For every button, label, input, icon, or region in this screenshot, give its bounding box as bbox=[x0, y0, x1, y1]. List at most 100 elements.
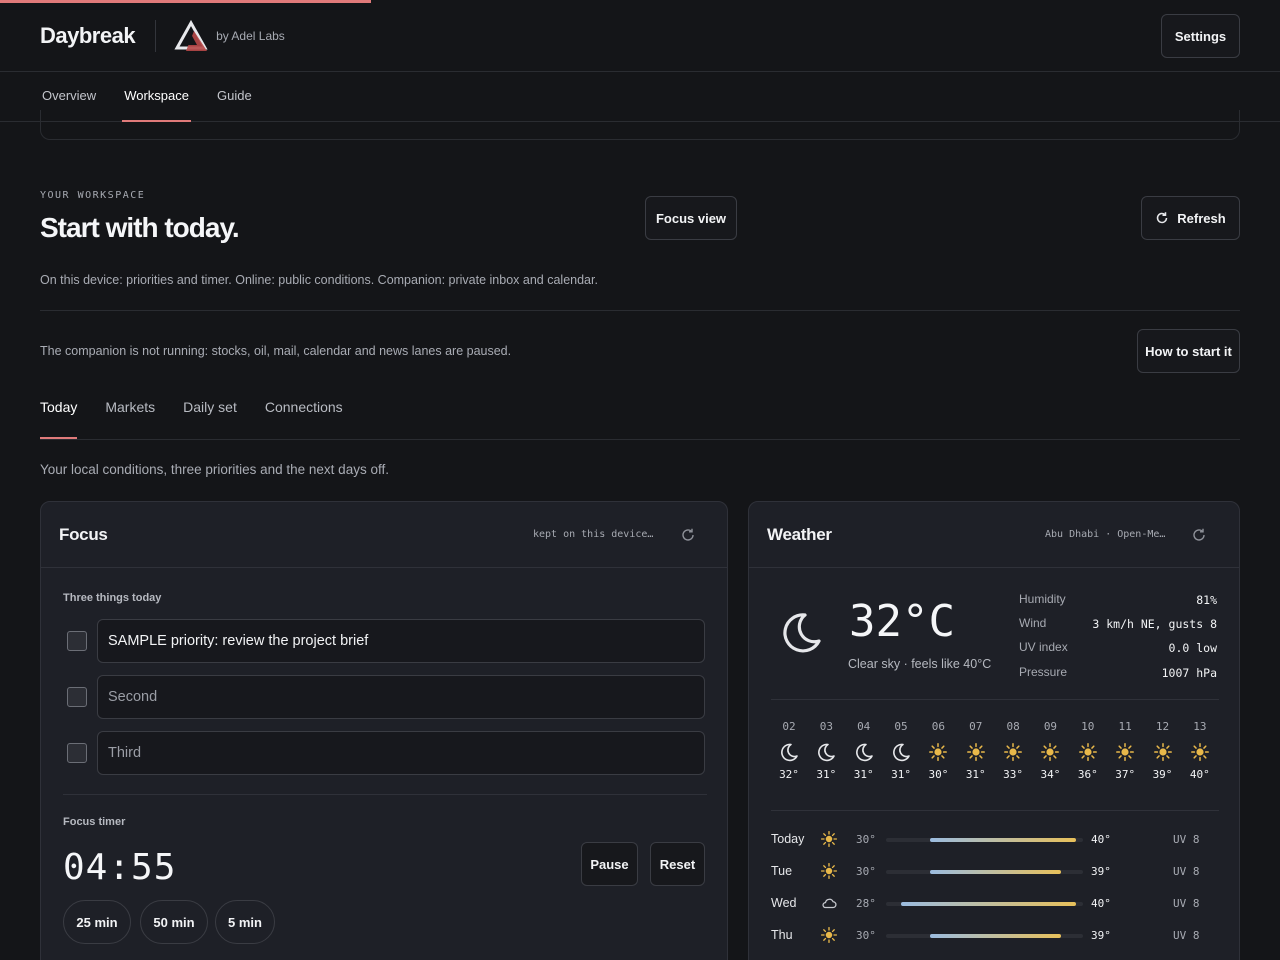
sun-icon bbox=[820, 830, 838, 848]
hourly-item: 11 37° bbox=[1110, 720, 1140, 781]
hour-temperature: 31° bbox=[891, 768, 911, 781]
day-high: 39° bbox=[1091, 929, 1111, 942]
brand-logo-icon bbox=[174, 19, 208, 51]
hour-label: 12 bbox=[1155, 720, 1170, 733]
workspace-tabs: Today Markets Daily set Connections bbox=[40, 393, 371, 439]
hourly-item: 12 39° bbox=[1148, 720, 1178, 781]
hourly-item: 10 36° bbox=[1073, 720, 1103, 781]
wind-label: Wind bbox=[1019, 616, 1047, 630]
priority-checkbox[interactable] bbox=[67, 631, 87, 651]
hourly-item: 04 31° bbox=[849, 720, 879, 781]
priority-input-1[interactable] bbox=[97, 619, 705, 663]
temperature-range-track bbox=[886, 838, 1083, 842]
hourly-item: 13 40° bbox=[1185, 720, 1215, 781]
focus-card-header: Focus kept on this device… bbox=[41, 502, 727, 568]
how-to-start-button[interactable]: How to start it bbox=[1137, 329, 1240, 373]
day-high: 40° bbox=[1091, 897, 1111, 910]
app-name: Daybreak bbox=[40, 22, 136, 48]
sun-icon bbox=[1116, 743, 1135, 761]
focus-timer-label: Focus timer bbox=[63, 816, 126, 828]
sun-icon bbox=[1190, 743, 1209, 761]
refresh-button[interactable]: Refresh bbox=[1141, 196, 1240, 240]
sun-icon bbox=[1153, 743, 1172, 761]
pressure-label: Pressure bbox=[1019, 665, 1068, 679]
weather-refresh-icon[interactable] bbox=[1190, 526, 1208, 544]
day-high: 39° bbox=[1091, 865, 1111, 878]
humidity-label: Humidity bbox=[1019, 592, 1066, 606]
temperature-range-bar bbox=[900, 902, 1076, 906]
temperature-range-track bbox=[886, 934, 1083, 938]
workspace-description: On this device: priorities and timer. On… bbox=[40, 273, 598, 287]
moon-icon bbox=[855, 743, 873, 762]
humidity-value: 81% bbox=[1196, 593, 1217, 607]
hour-label: 09 bbox=[1043, 720, 1058, 733]
weather-card-title: Weather bbox=[767, 524, 832, 544]
sun-icon bbox=[1041, 743, 1060, 761]
tab-connections[interactable]: Connections bbox=[265, 393, 343, 439]
wind-value: 3 km/h NE, gusts 8 bbox=[1092, 617, 1217, 631]
priority-input-2[interactable] bbox=[97, 675, 705, 719]
hour-label: 06 bbox=[931, 720, 946, 733]
focus-refresh-icon[interactable] bbox=[679, 526, 697, 544]
priority-row bbox=[63, 675, 707, 719]
hour-label: 03 bbox=[819, 720, 833, 733]
tab-markets[interactable]: Markets bbox=[105, 393, 155, 439]
focus-view-button[interactable]: Focus view bbox=[645, 196, 737, 240]
hour-temperature: 32° bbox=[779, 768, 799, 781]
tabs-divider bbox=[40, 439, 1240, 440]
day-low: 30° bbox=[856, 833, 876, 846]
day-name: Today bbox=[771, 832, 805, 846]
weather-card-header: Weather Abu Dhabi · Open-Me… bbox=[749, 502, 1239, 568]
reset-button[interactable]: Reset bbox=[650, 842, 705, 886]
day-low: 28° bbox=[856, 897, 876, 910]
hour-label: 08 bbox=[1006, 720, 1020, 733]
tab-today[interactable]: Today bbox=[40, 393, 78, 439]
temperature-range-bar bbox=[929, 870, 1062, 874]
sun-icon bbox=[1078, 743, 1097, 761]
moon-icon bbox=[893, 743, 910, 762]
priority-checkbox[interactable] bbox=[67, 687, 87, 707]
priority-input-3[interactable] bbox=[97, 731, 705, 775]
priorities-label: Three things today bbox=[63, 592, 162, 604]
tab-daily-set[interactable]: Daily set bbox=[183, 393, 237, 439]
priority-row bbox=[63, 619, 707, 663]
weather-card: Weather Abu Dhabi · Open-Me… 32°C Clear … bbox=[748, 501, 1240, 960]
hour-label: 05 bbox=[894, 720, 908, 733]
day-uv: UV 8 bbox=[1173, 833, 1200, 846]
hour-label: 13 bbox=[1193, 720, 1207, 733]
day-high: 40° bbox=[1091, 833, 1111, 846]
byline: by Adel Labs bbox=[216, 28, 285, 43]
hourly-item: 05 31° bbox=[886, 720, 916, 781]
preset-50-min-button[interactable]: 50 min bbox=[140, 900, 208, 944]
refresh-label: Refresh bbox=[1177, 210, 1226, 226]
priority-checkbox[interactable] bbox=[67, 743, 87, 763]
focus-storage-note: kept on this device… bbox=[533, 529, 654, 540]
hour-label: 04 bbox=[857, 720, 871, 733]
hour-label: 10 bbox=[1081, 720, 1095, 733]
pause-button[interactable]: Pause bbox=[581, 842, 638, 886]
hour-temperature: 31° bbox=[816, 768, 837, 781]
day-name: Thu bbox=[771, 928, 793, 942]
day-uv: UV 8 bbox=[1173, 929, 1200, 942]
workspace-eyebrow: YOUR WORKSPACE bbox=[40, 190, 146, 201]
settings-button[interactable]: Settings bbox=[1161, 14, 1240, 58]
daily-row: Tue 30° 39° UV 8 bbox=[771, 861, 1219, 883]
sun-icon bbox=[820, 862, 838, 880]
hour-temperature: 37° bbox=[1115, 768, 1136, 781]
day-low: 30° bbox=[856, 865, 876, 878]
hour-label: 02 bbox=[782, 720, 796, 733]
preset-5-min-button[interactable]: 5 min bbox=[215, 900, 275, 944]
hour-temperature: 36° bbox=[1077, 768, 1098, 781]
uv-index-label: UV index bbox=[1019, 640, 1068, 654]
hour-temperature: 31° bbox=[965, 768, 986, 781]
preset-25-min-button[interactable]: 25 min bbox=[63, 900, 131, 944]
sun-icon bbox=[929, 743, 948, 761]
focus-timer-display: 04:55 bbox=[63, 847, 177, 888]
current-temperature: 32°C bbox=[849, 596, 955, 647]
moon-icon bbox=[783, 613, 821, 653]
hourly-item: 06 30° bbox=[923, 720, 953, 781]
pressure-value: 1007 hPa bbox=[1161, 666, 1217, 680]
weather-location: Abu Dhabi · Open-Me… bbox=[1045, 529, 1166, 540]
day-uv: UV 8 bbox=[1173, 865, 1200, 878]
focus-card-title: Focus bbox=[59, 524, 108, 544]
